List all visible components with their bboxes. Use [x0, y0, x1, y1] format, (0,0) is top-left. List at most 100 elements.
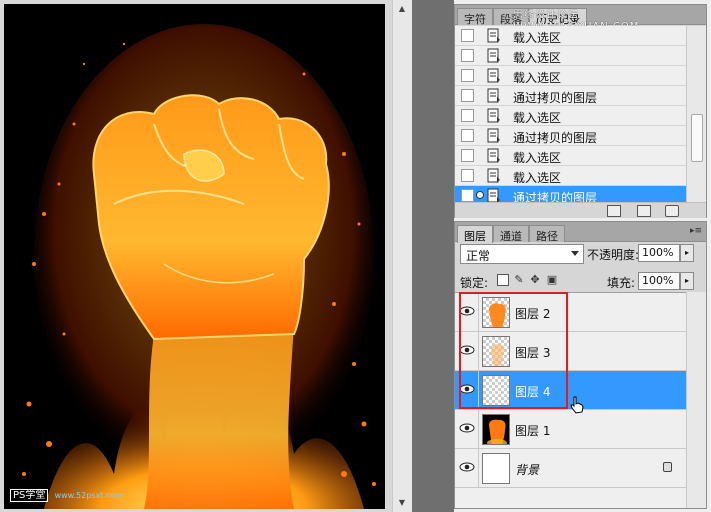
fist-thumbnail-icon [487, 419, 507, 444]
history-state-icon [487, 128, 500, 143]
layers-panel: 图层 通道 路径 ▸≡ 正常 不透明度: 100% ▸ 锁定: ✎ ✥ ▣ 填充… [454, 221, 707, 509]
history-snapshot-checkbox[interactable] [461, 149, 474, 162]
history-scroll-thumb[interactable] [691, 114, 703, 162]
fill-field[interactable]: 100% [638, 272, 680, 290]
history-state-icon [487, 148, 500, 163]
layer-row[interactable]: 图层 2 [455, 293, 686, 332]
history-state-icon [487, 108, 500, 123]
tab-paths[interactable]: 路径 [529, 225, 565, 243]
layers-scrollbar[interactable] [686, 292, 706, 508]
history-footer [455, 202, 706, 218]
panel-menu-icon[interactable]: ▸≡ [690, 226, 702, 236]
lock-transparent-pixels-icon[interactable] [497, 274, 509, 286]
history-snapshot-checkbox[interactable] [461, 89, 474, 102]
blend-mode-select[interactable]: 正常 [460, 244, 584, 264]
trash-icon[interactable] [665, 205, 679, 217]
layer-name[interactable]: 图层 2 [515, 305, 550, 322]
layer-row[interactable]: 图层 3 [455, 332, 686, 371]
history-state-icon [487, 88, 500, 103]
history-panel: 字符 段落 历史记录 思缘设计论坛 WWW.MISSYUAN.COM 载入选区 … [454, 4, 707, 218]
eye-icon [459, 306, 475, 316]
fire-fist-image [4, 4, 385, 509]
history-state-icon [487, 168, 500, 183]
visibility-toggle[interactable] [455, 332, 479, 371]
visibility-toggle[interactable] [455, 410, 479, 449]
lock-all-icon[interactable]: ▣ [546, 274, 558, 286]
eye-icon [459, 345, 475, 355]
layers-tabbar: 图层 通道 路径 ▸≡ [455, 222, 706, 243]
opacity-label: 不透明度: [587, 248, 640, 262]
history-state-marker-icon [476, 191, 484, 199]
history-item[interactable]: 载入选区 [455, 166, 686, 186]
canvas-vertical-scrollbar[interactable]: ▲ ▼ [392, 0, 412, 512]
snapshot-camera-icon[interactable] [637, 205, 651, 217]
layer-name[interactable]: 背景 [515, 461, 539, 478]
stamp-brand: PS学堂 [10, 489, 49, 502]
scroll-down-icon[interactable]: ▼ [397, 498, 407, 508]
history-snapshot-checkbox[interactable] [461, 69, 474, 82]
opacity-slider-arrow-icon[interactable]: ▸ [680, 244, 694, 262]
fill-slider-arrow-icon[interactable]: ▸ [680, 272, 694, 290]
scroll-up-icon[interactable]: ▲ [397, 4, 407, 14]
history-state-icon [487, 188, 500, 202]
history-item-label: 通过拷贝的图层 [513, 91, 598, 105]
layer-row-background[interactable]: 背景 [455, 449, 686, 488]
history-snapshot-checkbox[interactable] [461, 169, 474, 182]
history-scrollbar[interactable] [686, 26, 706, 202]
layer-thumbnail [482, 414, 510, 445]
layer-thumbnail [482, 336, 510, 367]
eye-icon [459, 462, 475, 472]
tab-channels[interactable]: 通道 [493, 225, 529, 243]
history-item[interactable]: 载入选区 [455, 26, 686, 46]
history-item-label: 通过拷贝的图层 [513, 191, 598, 202]
layer-name[interactable]: 图层 1 [515, 422, 550, 439]
history-list: 载入选区 载入选区 载入选区 通过拷贝的图层 载入选区 通过拷贝的图层 载入选区… [455, 26, 686, 202]
history-item-label: 载入选区 [513, 51, 562, 65]
document-canvas-area: PS学堂 www.52psxt.com [0, 0, 392, 512]
fill-label: 填充: [607, 276, 636, 290]
workspace-gutter [412, 0, 454, 512]
lock-icon [663, 462, 672, 472]
tab-layers[interactable]: 图层 [457, 225, 493, 243]
history-snapshot-checkbox[interactable] [461, 109, 474, 122]
lock-position-move-icon[interactable]: ✥ [529, 274, 541, 286]
history-item[interactable]: 载入选区 [455, 146, 686, 166]
history-snapshot-checkbox[interactable] [461, 189, 474, 202]
history-snapshot-checkbox[interactable] [461, 29, 474, 42]
history-item[interactable]: 载入选区 [455, 106, 686, 126]
lock-label: 锁定: [460, 276, 489, 290]
layer-thumbnail [482, 375, 510, 406]
history-snapshot-checkbox[interactable] [461, 49, 474, 62]
layer-thumbnail [482, 453, 510, 484]
history-item-label: 载入选区 [513, 31, 562, 45]
eye-icon [459, 423, 475, 433]
layer-thumbnail [482, 297, 510, 328]
history-item-label: 载入选区 [513, 171, 562, 185]
history-item-label: 载入选区 [513, 111, 562, 125]
lock-image-pixels-brush-icon[interactable]: ✎ [513, 274, 525, 286]
hand-cursor-icon [570, 396, 584, 414]
new-document-from-state-icon[interactable] [607, 205, 621, 217]
fire-fist-artwork[interactable]: PS学堂 www.52psxt.com [4, 4, 385, 509]
history-item-label: 通过拷贝的图层 [513, 131, 598, 145]
visibility-toggle[interactable] [455, 449, 479, 488]
history-state-icon [487, 28, 500, 43]
layer-name[interactable]: 图层 4 [515, 383, 550, 400]
history-item[interactable]: 载入选区 [455, 46, 686, 66]
history-item[interactable]: 载入选区 [455, 66, 686, 86]
stamp-site: www.52psxt.com [54, 491, 123, 500]
layer-name[interactable]: 图层 3 [515, 344, 550, 361]
visibility-toggle[interactable] [455, 293, 479, 332]
history-item-current[interactable]: 通过拷贝的图层 [455, 186, 686, 202]
history-state-icon [487, 48, 500, 63]
visibility-toggle[interactable] [455, 371, 479, 410]
history-item[interactable]: 通过拷贝的图层 [455, 86, 686, 106]
history-item[interactable]: 通过拷贝的图层 [455, 126, 686, 146]
blend-mode-value: 正常 [466, 249, 491, 263]
opacity-field[interactable]: 100% [638, 244, 680, 262]
chevron-down-icon [571, 251, 579, 256]
history-snapshot-checkbox[interactable] [461, 129, 474, 142]
layer-row[interactable]: 图层 1 [455, 410, 686, 449]
tab-character[interactable]: 字符 [457, 8, 493, 26]
history-item-label: 载入选区 [513, 71, 562, 85]
